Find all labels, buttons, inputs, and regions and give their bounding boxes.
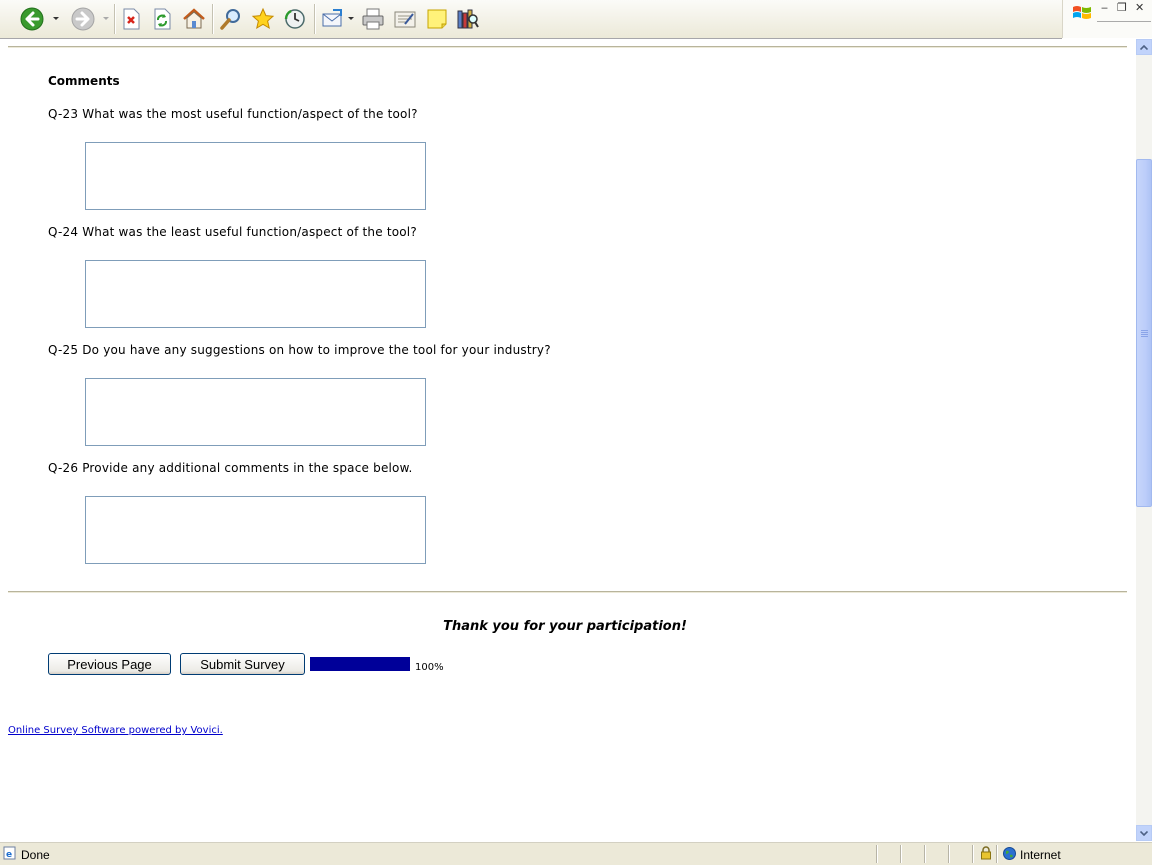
windows-logo-icon	[1071, 3, 1093, 23]
scroll-thumb[interactable]	[1136, 159, 1152, 507]
home-icon[interactable]	[181, 6, 207, 32]
security-zone-label: Internet	[1020, 848, 1061, 862]
status-text: Done	[21, 848, 50, 862]
toolbar-separator	[314, 4, 315, 34]
scroll-grip-icon	[1141, 330, 1148, 338]
status-divider	[876, 845, 877, 863]
stop-icon[interactable]	[118, 6, 144, 32]
lock-icon	[979, 846, 993, 860]
question-q24: Q-24 What was the least useful function/…	[48, 225, 417, 239]
answer-q24-textarea[interactable]	[85, 260, 426, 328]
mail-icon[interactable]	[320, 6, 346, 32]
question-q26: Q-26 Provide any additional comments in …	[48, 461, 413, 475]
status-divider	[972, 845, 973, 863]
edit-icon[interactable]	[392, 6, 418, 32]
section-heading: Comments	[48, 74, 120, 88]
page-done-icon: e	[3, 846, 17, 860]
previous-page-button[interactable]: Previous Page	[48, 653, 171, 675]
favorites-icon[interactable]	[250, 6, 276, 32]
print-icon[interactable]	[360, 6, 386, 32]
bottom-divider	[8, 591, 1127, 593]
page-scrollbar[interactable]	[1136, 39, 1152, 841]
forward-dropdown-icon[interactable]	[103, 17, 109, 20]
status-divider	[900, 845, 901, 863]
refresh-icon[interactable]	[149, 6, 175, 32]
browser-toolbar	[0, 0, 1062, 39]
status-bar: e Done Internet	[0, 841, 1152, 865]
progress-bar	[310, 657, 410, 671]
answer-q26-textarea[interactable]	[85, 496, 426, 564]
top-divider	[8, 46, 1127, 48]
restore-button[interactable]: ❐	[1117, 2, 1127, 14]
submit-survey-button[interactable]: Submit Survey	[180, 653, 305, 675]
discuss-icon[interactable]	[424, 6, 450, 32]
window-corner: ‒ ❐ ✕	[1062, 0, 1152, 38]
progress-percent: 100%	[415, 662, 444, 673]
thank-you-message: Thank you for your participation!	[443, 619, 687, 634]
window-divider	[1097, 21, 1151, 22]
vovici-footer-link[interactable]: Online Survey Software powered by Vovici…	[8, 725, 223, 736]
status-divider	[948, 845, 949, 863]
toolbar-separator	[212, 4, 213, 34]
research-icon[interactable]	[455, 6, 481, 32]
status-divider	[924, 845, 925, 863]
question-q23: Q-23 What was the most useful function/a…	[48, 107, 418, 121]
question-q25: Q-25 Do you have any suggestions on how …	[48, 343, 551, 357]
scroll-up-arrow-icon[interactable]	[1136, 39, 1152, 55]
answer-q25-textarea[interactable]	[85, 378, 426, 446]
svg-text:e: e	[6, 850, 12, 860]
answer-q23-textarea[interactable]	[85, 142, 426, 210]
history-icon[interactable]	[282, 6, 308, 32]
scroll-down-arrow-icon[interactable]	[1136, 825, 1152, 841]
page-content: Comments Q-23 What was the most useful f…	[0, 39, 1136, 841]
back-icon[interactable]	[19, 6, 45, 32]
search-icon[interactable]	[218, 6, 244, 32]
back-dropdown-icon[interactable]	[53, 17, 59, 20]
status-divider	[996, 845, 997, 863]
close-button[interactable]: ✕	[1135, 2, 1144, 14]
forward-icon[interactable]	[70, 6, 96, 32]
mail-dropdown-icon[interactable]	[348, 17, 354, 20]
minimize-button[interactable]: ‒	[1101, 2, 1108, 14]
internet-zone-icon	[1003, 847, 1016, 860]
toolbar-separator	[114, 4, 115, 34]
